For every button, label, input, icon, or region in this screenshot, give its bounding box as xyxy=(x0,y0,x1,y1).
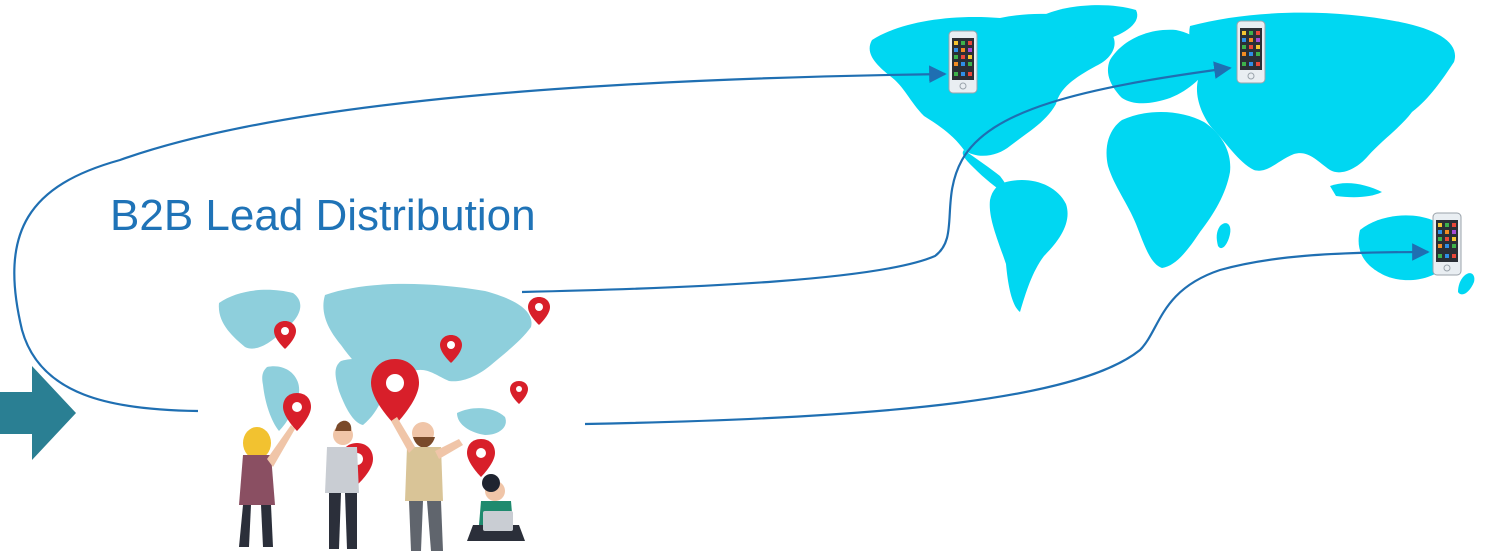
flow-north-america xyxy=(13,65,947,413)
flow-australia xyxy=(584,243,1430,426)
smartphone-icon xyxy=(1236,20,1266,84)
connector-layer xyxy=(13,61,1430,426)
smartphone-icon xyxy=(948,30,978,94)
smartphone-icon xyxy=(1432,212,1462,276)
flow-europe xyxy=(521,61,1232,294)
